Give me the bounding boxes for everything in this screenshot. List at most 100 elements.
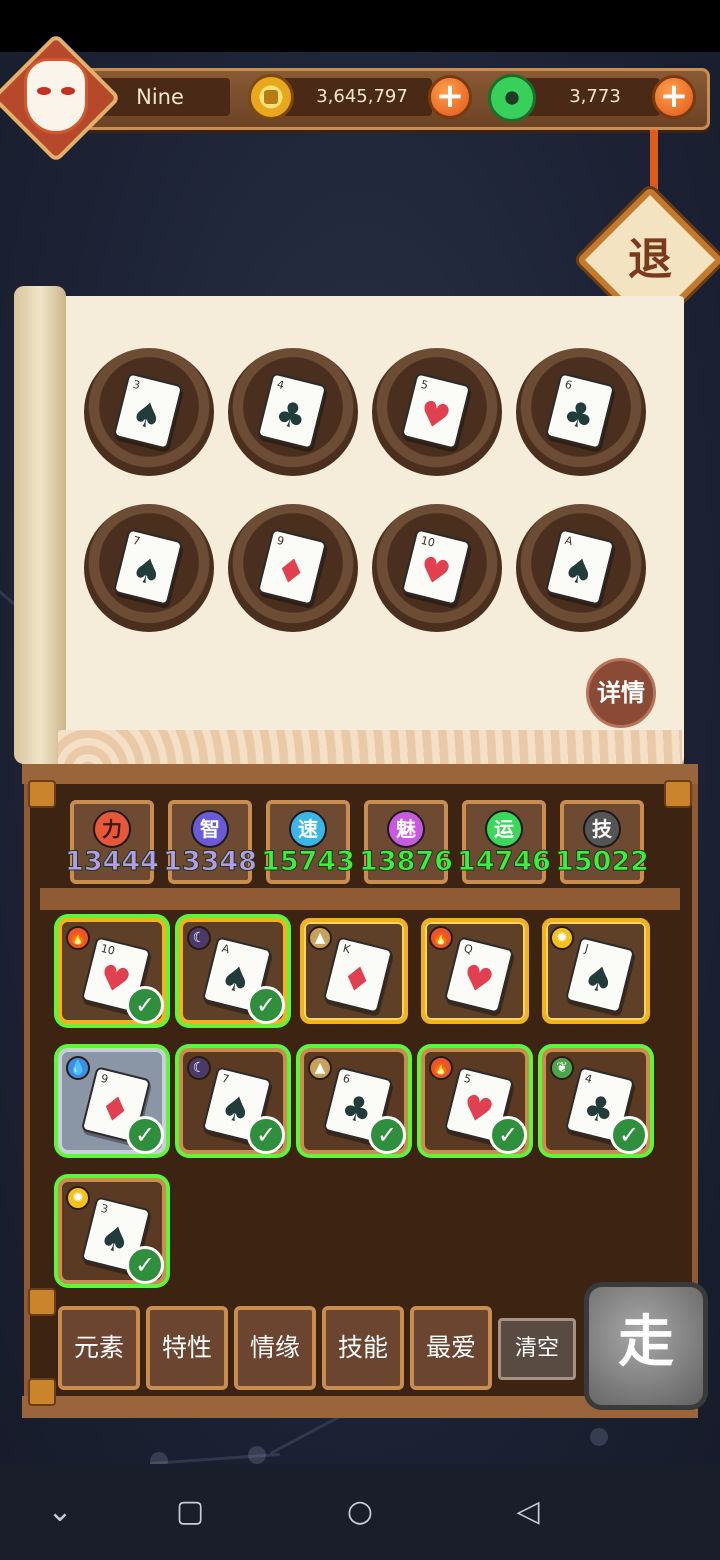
filter-button[interactable]: 元素 <box>58 1306 140 1390</box>
card-suit-icon: ♦ <box>337 956 377 1003</box>
card-rank: 6 <box>563 377 574 393</box>
card-suit-icon: ♦ <box>271 548 311 595</box>
inventory-card-slot[interactable]: 6 ♣ ▲ ✓ <box>300 1048 408 1154</box>
card-rank: 6 <box>341 1071 352 1087</box>
card-rank: 4 <box>583 1071 594 1087</box>
filter-button[interactable]: 技能 <box>322 1306 404 1390</box>
bracket-icon <box>664 780 692 808</box>
earth-icon: ▲ <box>308 926 332 950</box>
inventory-card-slot[interactable]: 5 ♥ 🔥 ✓ <box>421 1048 529 1154</box>
playing-card: K ♦ <box>322 936 394 1014</box>
constellation-star <box>248 1446 266 1464</box>
board-slot[interactable]: 10 ♥ <box>372 504 502 632</box>
inventory-card-slot[interactable]: 3 ♠ ✹ ✓ <box>58 1178 166 1284</box>
stat-icon: 速 <box>289 810 327 848</box>
checkmark-icon: ✓ <box>368 1116 406 1154</box>
card-rank: K <box>341 941 352 957</box>
playing-card: 5 ♥ <box>400 372 472 450</box>
inventory-card-slot[interactable]: K ♦ ▲ <box>300 918 408 1024</box>
playing-card: Q ♥ <box>443 936 515 1014</box>
card-rank: 5 <box>419 377 430 393</box>
details-button[interactable]: 详情 <box>586 658 656 728</box>
playing-card: 7 ♠ <box>112 528 184 606</box>
board-slot[interactable]: 6 ♣ <box>516 348 646 476</box>
inventory-card-slot[interactable]: 4 ♣ ❦ ✓ <box>542 1048 650 1154</box>
card-rank: A <box>563 533 574 549</box>
stat-icon: 运 <box>485 810 523 848</box>
fire-icon: 🔥 <box>429 926 453 950</box>
fire-icon: 🔥 <box>429 1056 453 1080</box>
board-slot[interactable]: 3 ♠ <box>84 348 214 476</box>
stat-icon: 智 <box>191 810 229 848</box>
stat-value: 15743 <box>261 846 356 878</box>
card-suit-icon: ♥ <box>415 548 455 595</box>
checkmark-icon: ✓ <box>126 1246 164 1284</box>
moon-icon: ☾ <box>187 1056 211 1080</box>
card-rank: 9 <box>275 533 286 549</box>
playing-card: 6 ♣ <box>544 372 616 450</box>
board-slot[interactable]: 5 ♥ <box>372 348 502 476</box>
board-slot[interactable]: 9 ♦ <box>228 504 358 632</box>
status-bar <box>0 0 720 52</box>
stat-value: 15022 <box>555 846 650 878</box>
go-button[interactable]: 走 <box>584 1282 708 1410</box>
sun-icon: ✹ <box>66 1186 90 1210</box>
add-jade-button[interactable]: + <box>652 75 696 119</box>
stat-value: 13444 <box>65 846 160 878</box>
bracket-icon <box>28 1378 56 1406</box>
card-rank: 7 <box>131 533 142 549</box>
board-slot[interactable]: A ♠ <box>516 504 646 632</box>
card-rank: 5 <box>462 1071 473 1087</box>
card-rank: 4 <box>275 377 286 393</box>
stat-value: 14746 <box>457 846 552 878</box>
moon-icon: ☾ <box>187 926 211 950</box>
checkmark-icon: ✓ <box>247 1116 285 1154</box>
bracket-icon <box>28 1288 56 1316</box>
coin-icon <box>248 74 294 120</box>
card-rank: J <box>583 941 590 956</box>
scroll-roller <box>14 286 66 764</box>
add-coins-button[interactable]: + <box>428 75 472 119</box>
stat-icon: 魅 <box>387 810 425 848</box>
clear-button[interactable]: 清空 <box>498 1318 576 1380</box>
recents-square-icon[interactable]: ▢ <box>160 1482 220 1542</box>
inventory-card-slot[interactable]: 10 ♥ 🔥 ✓ <box>58 918 166 1024</box>
fox-mask-avatar-icon[interactable] <box>24 58 88 134</box>
stat-icon: 技 <box>583 810 621 848</box>
card-suit-icon: ♠ <box>559 548 599 595</box>
constellation-star <box>590 1428 608 1446</box>
filter-button[interactable]: 特性 <box>146 1306 228 1390</box>
playing-card: 9 ♦ <box>256 528 328 606</box>
water-icon: 💧 <box>66 1056 90 1080</box>
sun-icon: ✹ <box>550 926 574 950</box>
card-suit-icon: ♥ <box>415 392 455 439</box>
inventory-card-slot[interactable]: A ♠ ☾ ✓ <box>179 918 287 1024</box>
back-triangle-icon[interactable]: ◁ <box>498 1482 558 1542</box>
scroll-wave-pattern <box>58 730 682 764</box>
stat-icon: 力 <box>93 810 131 848</box>
checkmark-icon: ✓ <box>126 986 164 1024</box>
card-suit-icon: ♥ <box>458 956 498 1003</box>
bracket-icon <box>28 780 56 808</box>
filter-button[interactable]: 情缘 <box>234 1306 316 1390</box>
card-rank: A <box>220 941 231 957</box>
inventory-card-slot[interactable]: 9 ♦ 💧 ✓ <box>58 1048 166 1154</box>
playing-card: J ♠ <box>564 936 636 1014</box>
checkmark-icon: ✓ <box>126 1116 164 1154</box>
card-rank: 7 <box>220 1071 231 1087</box>
playing-card: 3 ♠ <box>112 372 184 450</box>
playing-card: 10 ♥ <box>400 528 472 606</box>
chevron-down-icon[interactable]: ⌄ <box>30 1482 90 1542</box>
home-circle-icon[interactable]: ○ <box>330 1482 390 1542</box>
earth-icon: ▲ <box>308 1056 332 1080</box>
inventory-card-slot[interactable]: J ♠ ✹ <box>542 918 650 1024</box>
inventory-card-slot[interactable]: Q ♥ 🔥 <box>421 918 529 1024</box>
inventory-card-slot[interactable]: 7 ♠ ☾ ✓ <box>179 1048 287 1154</box>
jade-icon <box>488 74 536 122</box>
card-suit-icon: ♠ <box>127 548 167 595</box>
card-suit-icon: ♣ <box>271 392 311 439</box>
filter-button[interactable]: 最爱 <box>410 1306 492 1390</box>
checkmark-icon: ✓ <box>247 986 285 1024</box>
board-slot[interactable]: 7 ♠ <box>84 504 214 632</box>
board-slot[interactable]: 4 ♣ <box>228 348 358 476</box>
